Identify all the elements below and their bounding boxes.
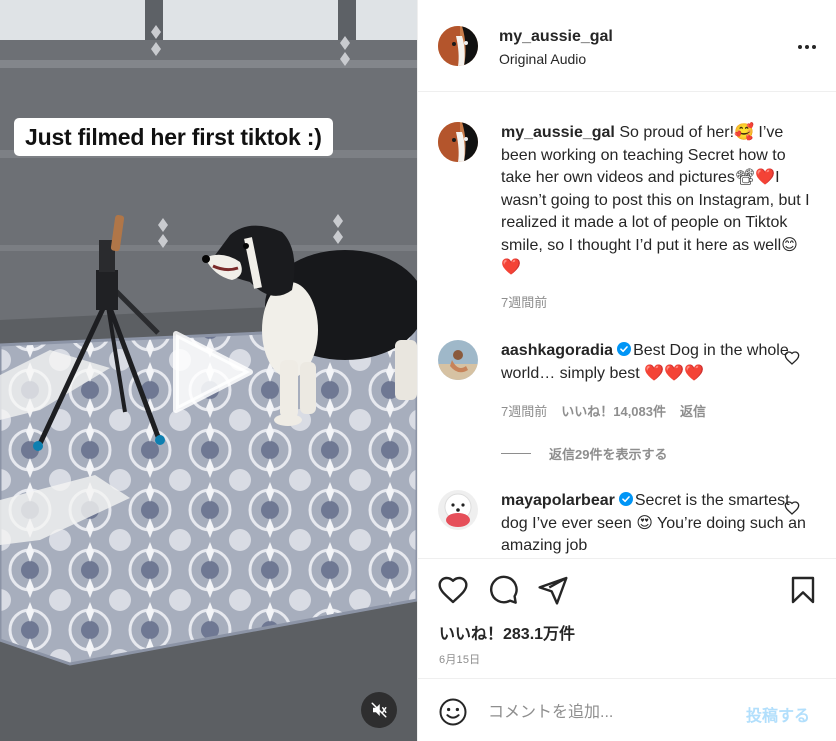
heart-icon[interactable] bbox=[437, 574, 469, 606]
caption-time[interactable]: 7週間前 bbox=[501, 295, 547, 310]
comments-list[interactable]: my_aussie_gal So proud of her!🥰 I’ve bee… bbox=[418, 93, 836, 558]
author-avatar[interactable] bbox=[438, 26, 478, 66]
comment-heart-icon[interactable] bbox=[784, 350, 800, 366]
comment-meta: 7週間前 いいね！14,083件 返信 bbox=[501, 401, 720, 420]
share-icon[interactable] bbox=[537, 574, 569, 606]
more-icon[interactable] bbox=[796, 36, 818, 58]
caption-body: So proud of her!🥰 I’ve been working on t… bbox=[501, 124, 810, 276]
play-icon[interactable] bbox=[170, 330, 254, 414]
comment-input[interactable] bbox=[488, 699, 738, 727]
commenter-avatar[interactable] bbox=[438, 340, 478, 380]
verified-icon bbox=[618, 492, 633, 506]
emoji-icon[interactable] bbox=[438, 697, 468, 727]
comment-username[interactable]: mayapolarbear bbox=[501, 492, 615, 509]
post-header: my_aussie_gal Original Audio bbox=[418, 0, 836, 92]
caption-avatar[interactable] bbox=[438, 122, 478, 162]
commenter-avatar[interactable] bbox=[438, 490, 478, 530]
verified-icon bbox=[617, 342, 632, 356]
view-replies-label: 返信29件を表示する bbox=[549, 447, 668, 462]
comment-heart-icon[interactable] bbox=[784, 500, 800, 516]
caption-text: my_aussie_gal So proud of her!🥰 I’ve bee… bbox=[501, 122, 811, 280]
author-username[interactable]: my_aussie_gal bbox=[499, 28, 613, 46]
post-comment-button[interactable]: 投稿する bbox=[746, 702, 810, 726]
post-side-panel: my_aussie_gal Original Audio my_aussie_g… bbox=[417, 0, 836, 741]
video-overlay-caption: Just filmed her first tiktok :) bbox=[14, 118, 333, 156]
mute-icon bbox=[371, 702, 387, 718]
caption-username[interactable]: my_aussie_gal bbox=[501, 124, 615, 141]
likes-count[interactable]: いいね！283.1万件 bbox=[439, 620, 575, 644]
replies-divider bbox=[501, 453, 531, 454]
view-replies-button[interactable]: 返信29件を表示する bbox=[501, 444, 667, 463]
mute-button[interactable] bbox=[361, 692, 397, 728]
comment-username[interactable]: aashkagoradia bbox=[501, 342, 613, 359]
reply-button[interactable]: 返信 bbox=[680, 404, 706, 419]
post-actions: いいね！283.1万件 6月15日 bbox=[418, 558, 836, 678]
bookmark-icon[interactable] bbox=[787, 574, 819, 606]
comment-icon[interactable] bbox=[487, 574, 519, 606]
caption-meta: 7週間前 bbox=[501, 292, 561, 311]
post-date[interactable]: 6月15日 bbox=[439, 651, 480, 667]
comment-time[interactable]: 7週間前 bbox=[501, 404, 547, 419]
comment-text: mayapolarbear Secret is the smartest dog … bbox=[501, 490, 811, 558]
post-video[interactable]: Just filmed her first tiktok :) bbox=[0, 0, 417, 741]
audio-label[interactable]: Original Audio bbox=[499, 51, 586, 67]
add-comment-bar: 投稿する bbox=[418, 678, 836, 741]
comment-text: aashkagoradia Best Dog in the whole world… bbox=[501, 340, 811, 385]
comment-likes[interactable]: いいね！14,083件 bbox=[561, 404, 666, 419]
